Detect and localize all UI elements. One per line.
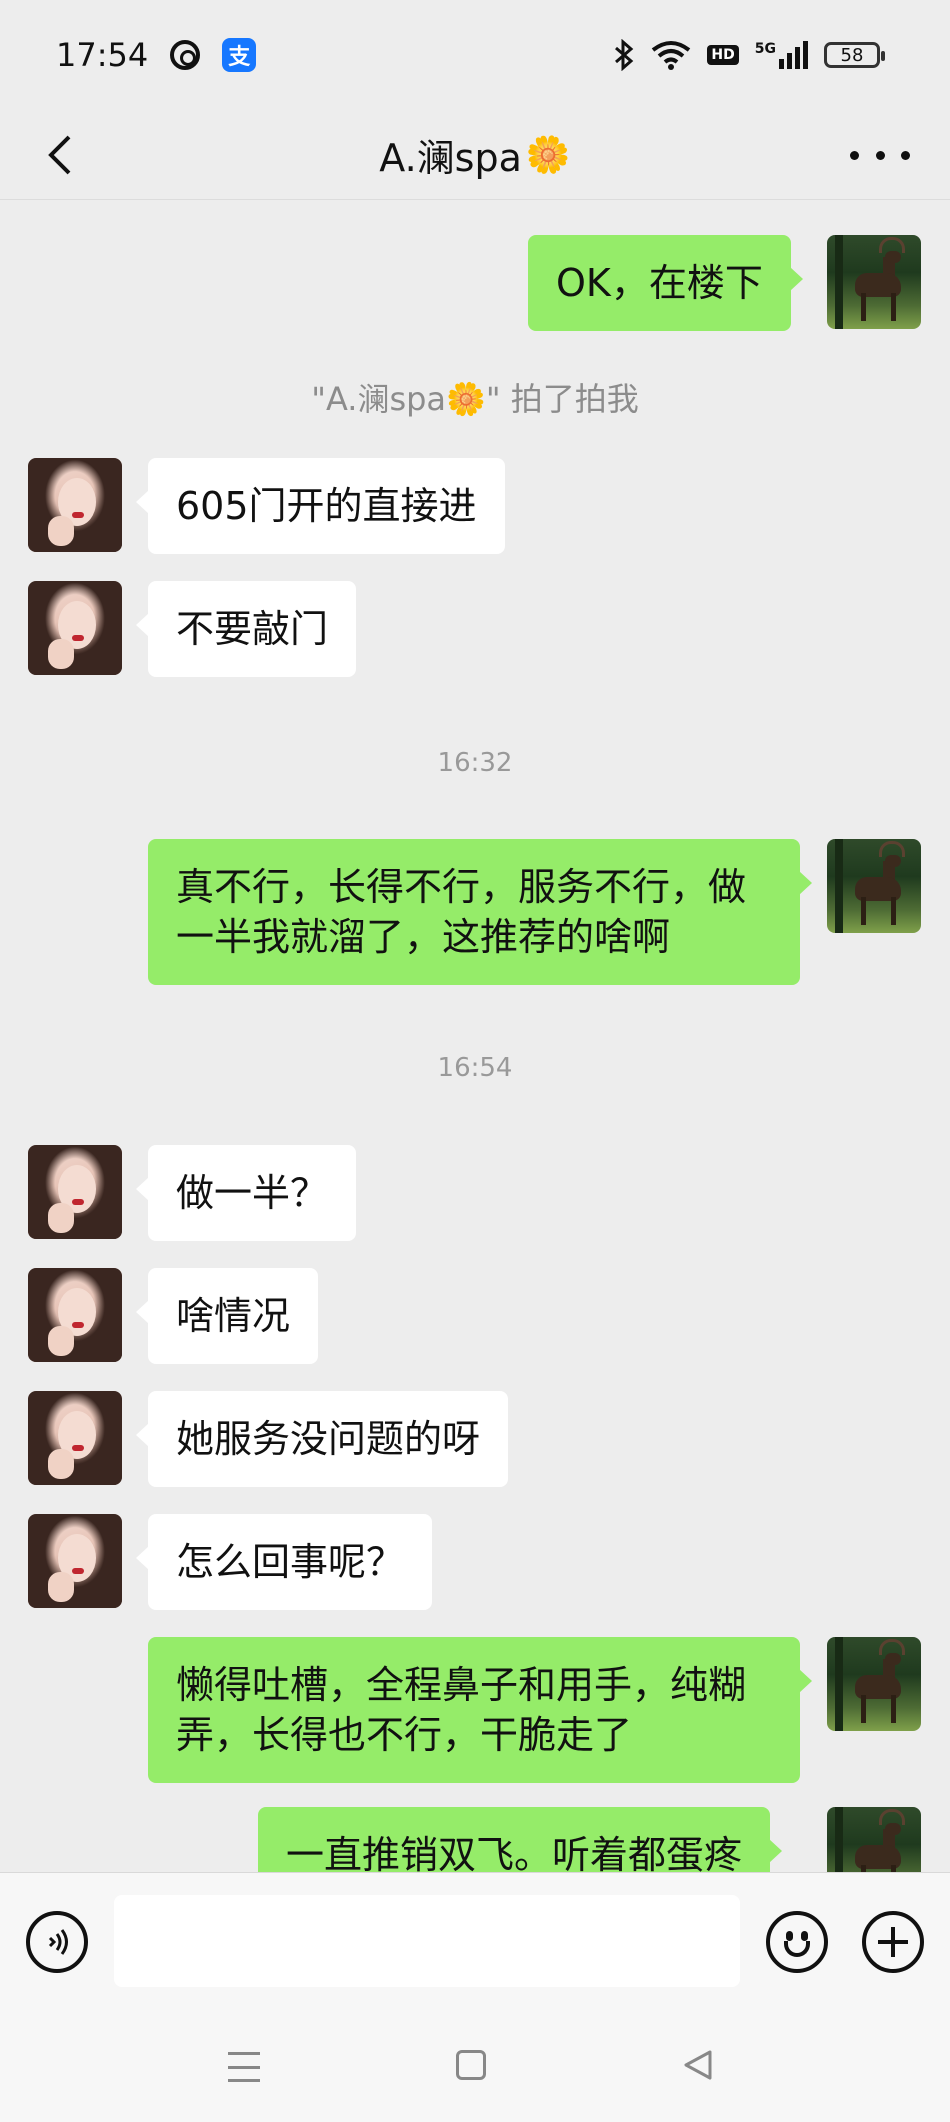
- incoming-message[interactable]: 605门开的直接进: [136, 458, 505, 554]
- deer-avatar[interactable]: [827, 1637, 921, 1731]
- contact-avatar[interactable]: [28, 581, 122, 675]
- emoji-button[interactable]: [766, 1911, 828, 1973]
- incoming-message[interactable]: 啥情况: [135, 1268, 319, 1364]
- battery-icon: 58: [824, 42, 885, 68]
- home-icon[interactable]: [456, 2050, 486, 2080]
- battery-level: 58: [840, 44, 864, 66]
- network-type: 5G: [754, 41, 776, 57]
- alipay-icon: 支: [222, 38, 257, 72]
- chevron-left-icon: [48, 135, 71, 175]
- back-button[interactable]: [34, 130, 84, 180]
- chat-message-list[interactable]: OK，在楼下 "A.澜spa🌼" 拍了拍我 605门开的直接进 不要敲门 16:…: [0, 200, 950, 1872]
- chat-title: A.澜spa 🌼: [379, 127, 570, 182]
- incoming-message[interactable]: 她服务没问题的呀: [135, 1391, 509, 1487]
- incoming-message[interactable]: 不要敲门: [135, 581, 357, 677]
- pat-notification: "A.澜spa🌼" 拍了拍我: [311, 380, 639, 418]
- flower-emoji: 🌼: [525, 134, 571, 176]
- contact-avatar[interactable]: [28, 1268, 122, 1362]
- back-triangle-icon[interactable]: [680, 2048, 714, 2082]
- contact-avatar[interactable]: [28, 1391, 122, 1485]
- status-right: HD 5G 58: [613, 39, 885, 71]
- deer-avatar[interactable]: [827, 1807, 921, 1872]
- contact-avatar[interactable]: [28, 458, 122, 552]
- timestamp: 16:32: [437, 748, 513, 778]
- contact-avatar[interactable]: [28, 1514, 122, 1608]
- outgoing-message[interactable]: 一直推销双飞。听着都蛋疼: [258, 1807, 783, 1872]
- chat-title-text: A.澜spa: [379, 136, 522, 180]
- timestamp: 16:54: [437, 1053, 513, 1083]
- more-dot: [875, 150, 885, 160]
- incoming-message[interactable]: 怎么回事呢？: [135, 1514, 433, 1610]
- more-dot: [901, 150, 910, 160]
- incoming-message[interactable]: 做一半？: [135, 1145, 357, 1241]
- menu-icon[interactable]: [228, 2052, 260, 2082]
- bluetooth-icon: [615, 39, 634, 71]
- input-bar: [0, 1872, 950, 2008]
- voice-input-button[interactable]: [26, 1911, 88, 1973]
- outgoing-message[interactable]: 真不行，长得不行，服务不行，做一半我就溜了，这推荐的啥啊: [148, 839, 812, 985]
- message-input[interactable]: [114, 1895, 740, 1987]
- outgoing-message[interactable]: 懒得吐槽，全程鼻子和用手，纯糊弄，长得也不行，干脆走了: [148, 1637, 812, 1783]
- deer-avatar[interactable]: [827, 235, 921, 329]
- voice-icon: [48, 1929, 68, 1955]
- more-options-button[interactable]: [850, 130, 910, 180]
- more-actions-button[interactable]: [862, 1911, 924, 1973]
- more-dot: [850, 150, 859, 160]
- hd-icon: HD: [707, 45, 739, 65]
- outgoing-message[interactable]: OK，在楼下: [528, 235, 803, 331]
- status-bar: 17:54 支 HD 5G 58: [0, 0, 950, 110]
- system-nav-bar: [0, 2008, 950, 2122]
- deer-avatar[interactable]: [827, 839, 921, 933]
- status-left: 17:54 支: [56, 36, 257, 74]
- weibo-icon: [170, 40, 201, 70]
- wifi-icon: [652, 41, 691, 70]
- contact-avatar[interactable]: [28, 1145, 122, 1239]
- chat-header: A.澜spa 🌼: [0, 110, 950, 200]
- status-time: 17:54: [56, 36, 149, 74]
- emoji-icon: [784, 1941, 810, 1957]
- signal-icon: 5G: [755, 41, 808, 69]
